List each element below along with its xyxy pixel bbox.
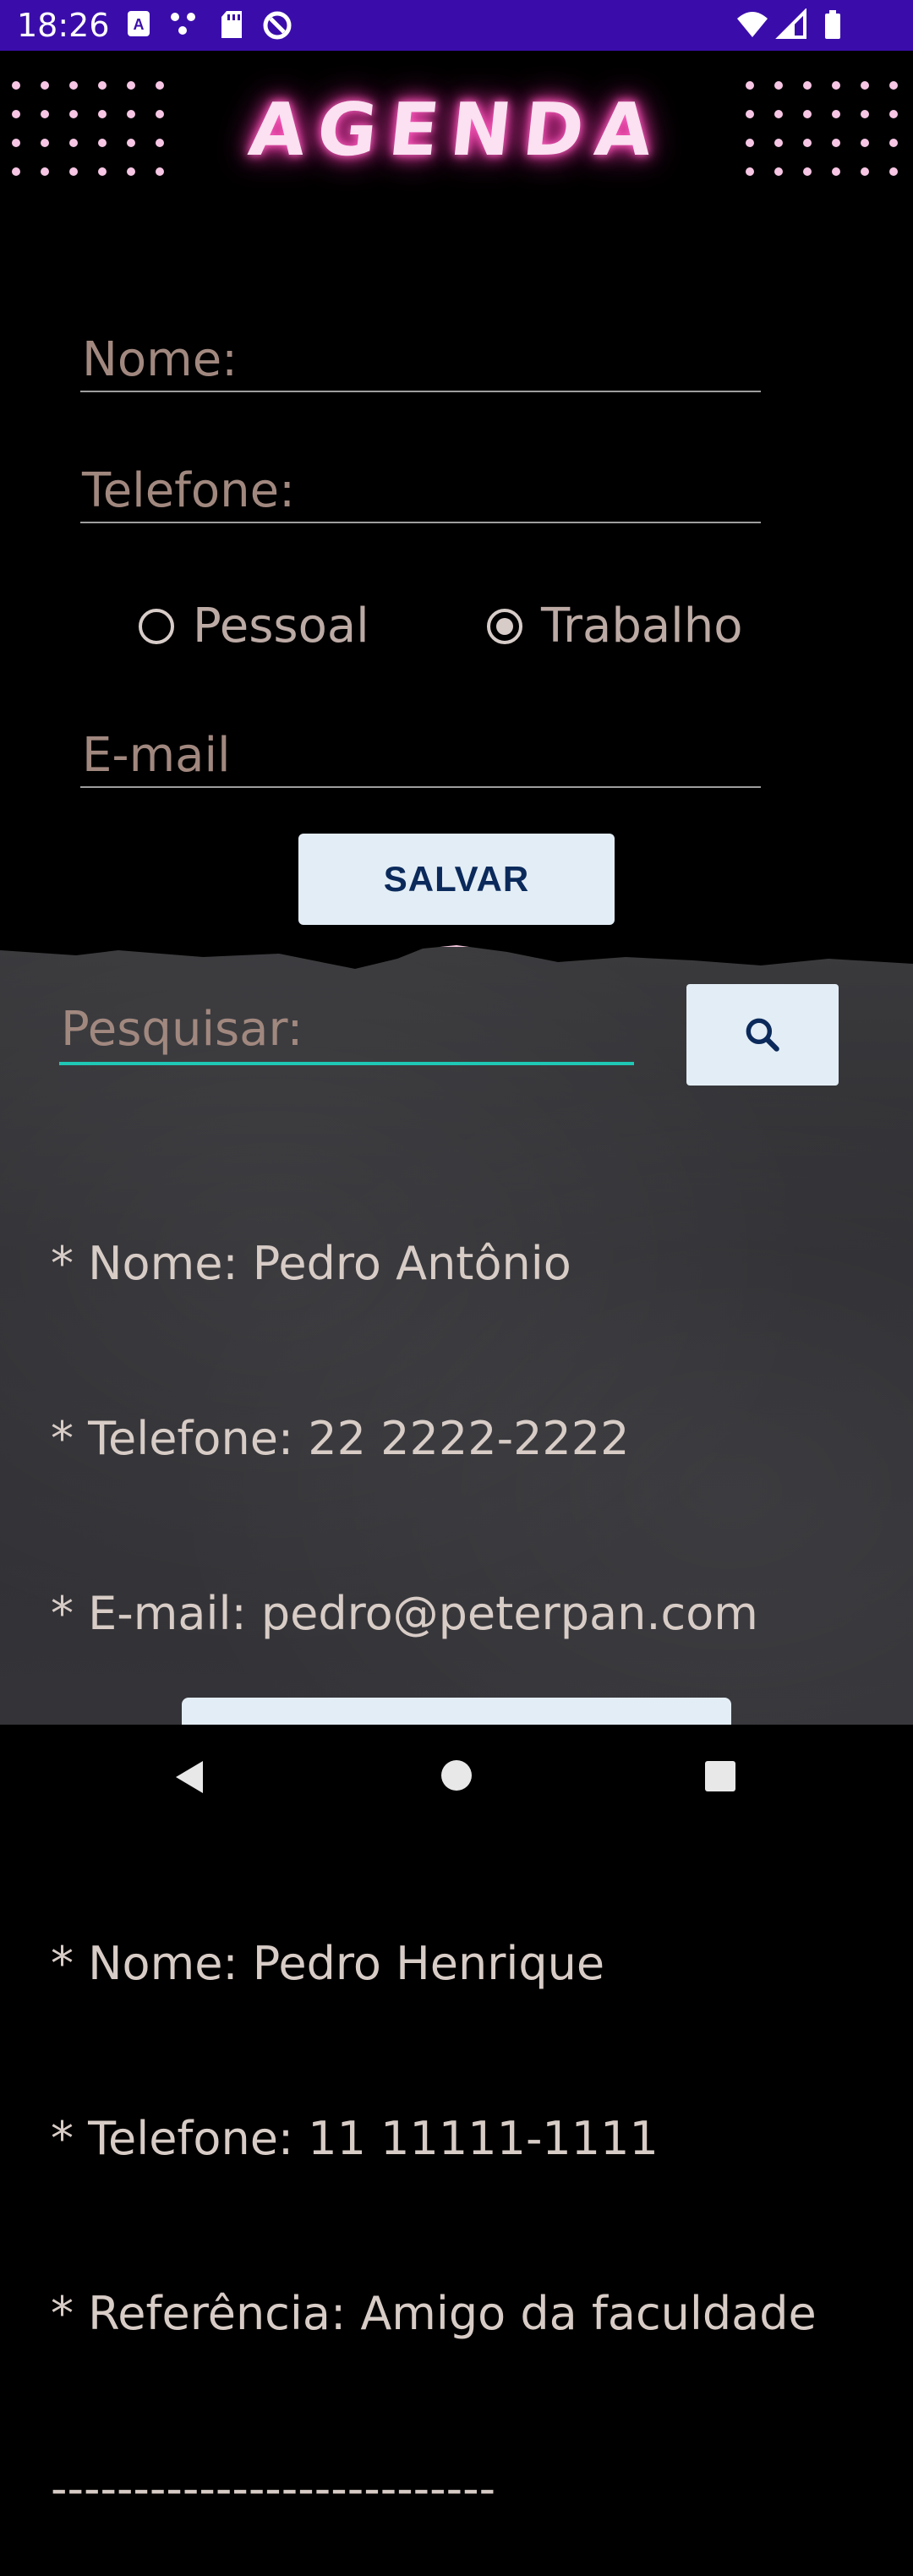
radio-personal-label: Pessoal (193, 599, 369, 654)
save-button[interactable]: SALVAR (298, 834, 615, 925)
status-time: 18:26 (17, 7, 110, 44)
radio-work-circle[interactable] (487, 608, 522, 644)
wifi-icon (737, 12, 768, 37)
result-line: * Referência: Amigo da faculdade (51, 2287, 817, 2340)
recents-icon[interactable] (705, 1761, 735, 1791)
phone-field[interactable]: Telefone: (80, 461, 761, 523)
email-hint: E-mail (82, 728, 231, 783)
search-button[interactable] (686, 984, 839, 1086)
sd-card-icon (221, 11, 242, 38)
result-line: * Telefone: 22 2222-2222 (51, 1412, 630, 1465)
result-separator: --------------------------- (51, 2462, 496, 2515)
status-right-icons (735, 8, 896, 46)
status-bar: 18:26 A (0, 0, 913, 51)
email-field[interactable]: E-mail (80, 725, 761, 788)
result-line: * E-mail: pedro@peterpan.com (51, 1587, 758, 1640)
signal-icon (775, 8, 806, 39)
search-placeholder: Pesquisar: (61, 1002, 303, 1057)
home-icon[interactable] (441, 1760, 472, 1791)
navigation-bar (0, 1725, 913, 1826)
search-icon (746, 1018, 779, 1052)
app-title: AGENDA (244, 88, 669, 172)
result-line: * Nome: Pedro Henrique (51, 1937, 605, 1990)
radio-work-label: Trabalho (541, 599, 743, 654)
data-saver-icon (263, 11, 292, 40)
a-icon: A (128, 11, 150, 36)
back-icon[interactable] (172, 1759, 206, 1795)
dots-icon (171, 13, 195, 35)
contact-type-radio-group: Pessoal Trabalho (0, 592, 913, 659)
torn-paper-edge (0, 940, 913, 969)
phone-hint: Telefone: (82, 463, 295, 518)
name-hint: Nome: (82, 332, 238, 387)
battery-icon (825, 10, 840, 39)
name-field[interactable]: Nome: (80, 330, 761, 392)
contact-results-list: * Nome: Pedro Antônio * Telefone: 22 222… (51, 1118, 879, 2576)
search-input[interactable]: Pesquisar: (59, 989, 634, 1065)
radio-personal[interactable]: Pessoal (139, 599, 369, 654)
radio-work[interactable]: Trabalho (487, 599, 743, 654)
svg-text:A: A (134, 16, 145, 33)
result-line: * Nome: Pedro Antônio (51, 1237, 571, 1290)
result-line: * Telefone: 11 11111-1111 (51, 2112, 659, 2165)
radio-personal-circle[interactable] (139, 608, 174, 644)
